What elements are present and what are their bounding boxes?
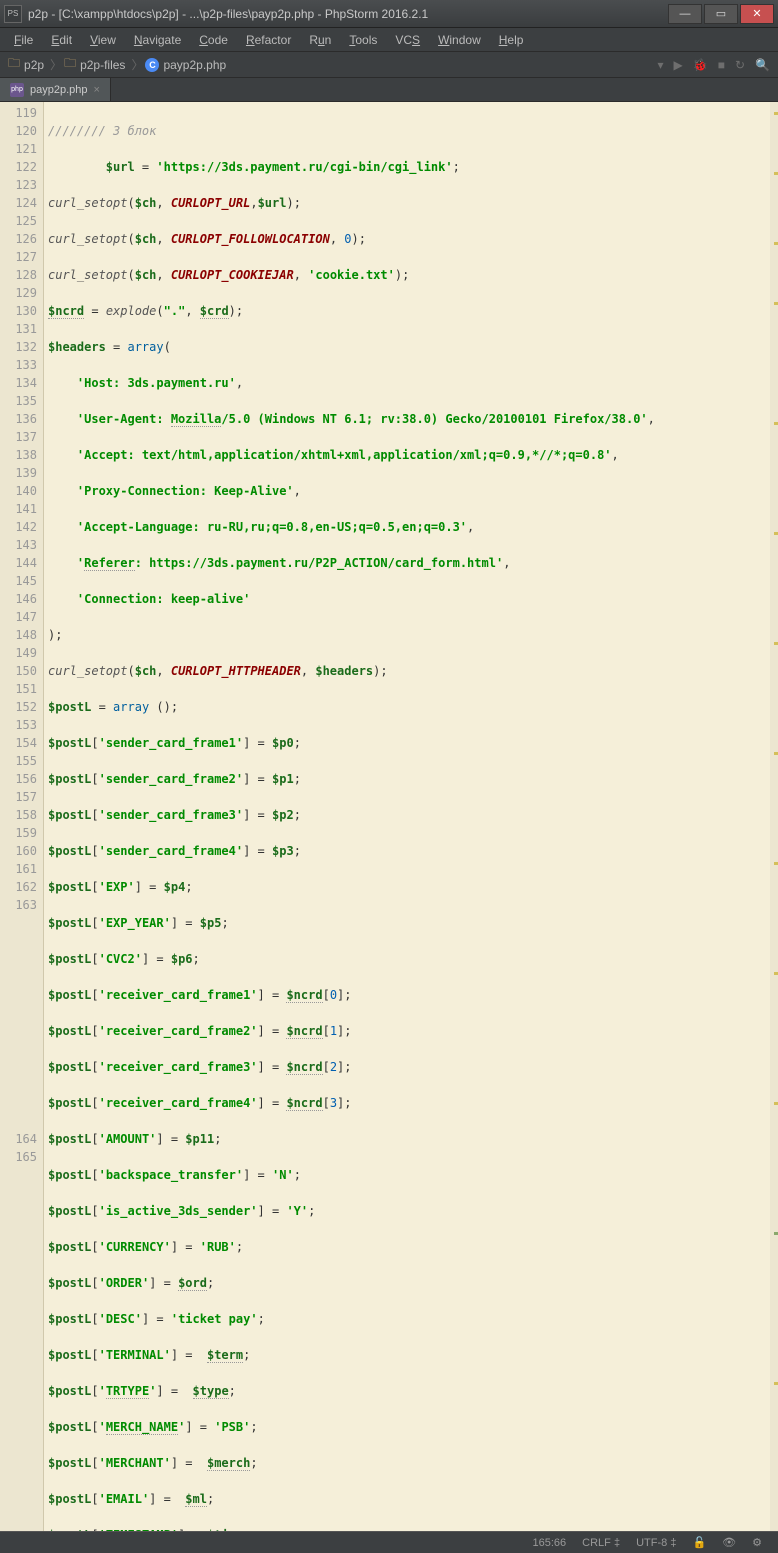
close-button[interactable]: ✕ bbox=[740, 4, 774, 24]
run-icon[interactable]: ▶ bbox=[674, 58, 683, 72]
status-position[interactable]: 165:66 bbox=[533, 1537, 567, 1549]
code-text: //////// 3 блок bbox=[48, 124, 156, 138]
php-icon: php bbox=[10, 83, 24, 97]
settings-icon[interactable]: ⚙ bbox=[752, 1536, 762, 1549]
folder-icon: 🗀 bbox=[64, 54, 76, 75]
menu-tools[interactable]: Tools bbox=[341, 31, 385, 49]
crumb-sep: 〉 bbox=[50, 56, 62, 73]
menu-help[interactable]: Help bbox=[491, 31, 532, 49]
close-tab-icon[interactable]: × bbox=[94, 84, 100, 96]
status-encoding[interactable]: UTF-8 ‡ bbox=[636, 1537, 676, 1549]
error-stripe[interactable] bbox=[770, 102, 778, 1531]
status-line-ending[interactable]: CRLF ‡ bbox=[582, 1537, 620, 1549]
menu-file[interactable]: File bbox=[6, 31, 41, 49]
maximize-button[interactable]: ▭ bbox=[704, 4, 738, 24]
crumb-sep: 〉 bbox=[131, 56, 143, 73]
editor-area[interactable]: 1191201211221231241251261271281291301311… bbox=[0, 102, 778, 1531]
titlebar: PS p2p - [C:\xampp\htdocs\p2p] - ...\p2p… bbox=[0, 0, 778, 28]
editor-tabs: php payp2p.php × bbox=[0, 78, 778, 102]
menu-run[interactable]: Run bbox=[301, 31, 339, 49]
tab-label: payp2p.php bbox=[30, 84, 88, 96]
menu-edit[interactable]: Edit bbox=[43, 31, 80, 49]
code-area[interactable]: //////// 3 блок $url = 'https://3ds.paym… bbox=[44, 102, 778, 1531]
folder-icon: 🗀 bbox=[8, 54, 20, 75]
run-config-dropdown[interactable]: ▾ bbox=[658, 58, 664, 72]
menu-vcs[interactable]: VCS bbox=[387, 31, 428, 49]
crumb-label: payp2p.php bbox=[163, 58, 226, 72]
search-icon[interactable]: 🔍 bbox=[755, 58, 770, 72]
update-icon[interactable]: ↻ bbox=[735, 58, 745, 72]
tab-payp2p[interactable]: php payp2p.php × bbox=[0, 78, 111, 101]
statusbar: 165:66 CRLF ‡ UTF-8 ‡ 🔓 👁 ⚙ bbox=[0, 1531, 778, 1553]
stop-icon[interactable]: ■ bbox=[718, 58, 725, 72]
window-title: p2p - [C:\xampp\htdocs\p2p] - ...\p2p-fi… bbox=[28, 7, 666, 21]
minimize-button[interactable]: — bbox=[668, 4, 702, 24]
lock-icon[interactable]: 🔓 bbox=[692, 1536, 706, 1549]
debug-icon[interactable]: 🐞 bbox=[693, 58, 708, 72]
file-icon: C bbox=[145, 58, 159, 72]
menu-refactor[interactable]: Refactor bbox=[238, 31, 299, 49]
crumb-label: p2p bbox=[24, 58, 44, 72]
menubar: File Edit View Navigate Code Refactor Ru… bbox=[0, 28, 778, 52]
app-icon: PS bbox=[4, 5, 22, 23]
gutter: 1191201211221231241251261271281291301311… bbox=[0, 102, 44, 1531]
menu-window[interactable]: Window bbox=[430, 31, 489, 49]
nav-bar: 🗀 p2p 〉 🗀 p2p-files 〉 C payp2p.php ▾ ▶ 🐞… bbox=[0, 52, 778, 78]
breadcrumb-p2p-files[interactable]: 🗀 p2p-files bbox=[64, 54, 125, 75]
menu-navigate[interactable]: Navigate bbox=[126, 31, 189, 49]
inspector-icon[interactable]: 👁 bbox=[722, 1536, 736, 1549]
breadcrumb-p2p[interactable]: 🗀 p2p bbox=[8, 54, 44, 75]
menu-view[interactable]: View bbox=[82, 31, 124, 49]
crumb-label: p2p-files bbox=[80, 58, 125, 72]
breadcrumb-file[interactable]: C payp2p.php bbox=[145, 58, 226, 72]
menu-code[interactable]: Code bbox=[191, 31, 236, 49]
